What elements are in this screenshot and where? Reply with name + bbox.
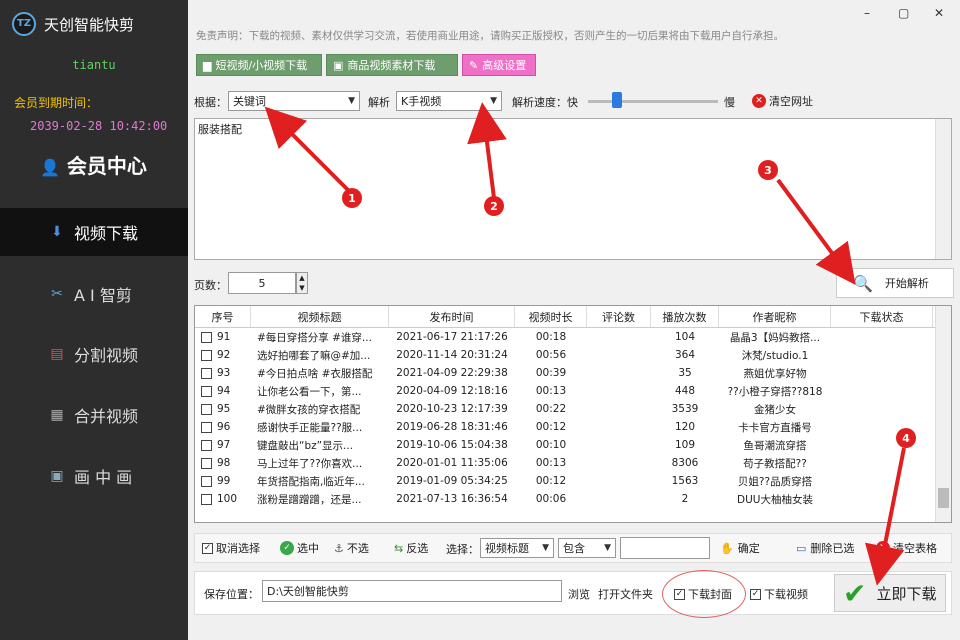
ai-cut-icon: ✂ <box>51 286 63 302</box>
callout-1: 1 <box>342 188 362 208</box>
main-panel: – ▢ ✕ 免责声明：下载的视频、素材仅供学习交流，若使用商业用途，请购买正版授… <box>188 0 960 640</box>
nav-ai-cut[interactable]: ✂ A I 智剪 <box>0 270 188 318</box>
merge-icon: ▦ <box>50 407 64 423</box>
app-title: 天创智能快剪 <box>44 16 135 34</box>
callout-3: 3 <box>758 160 778 180</box>
sidebar: TZ 天创智能快剪 tiantu 会员到期时间： 2039-02-28 10:4… <box>0 0 188 640</box>
callout-arrow-3 <box>776 178 856 285</box>
nav-merge-video[interactable]: ▦ 合并视频 <box>0 391 188 439</box>
callout-arrows <box>264 102 906 586</box>
pip-icon: ▣ <box>50 468 64 484</box>
member-center-label: 会员中心 <box>66 154 147 178</box>
member-center-button[interactable]: 👤 会员中心 <box>40 150 147 179</box>
nav-pip[interactable]: ▣ 画 中 画 <box>0 452 188 500</box>
nav-label: A I 智剪 <box>74 286 132 305</box>
nav-video-download[interactable]: ⬇ 视频下载 <box>0 208 188 256</box>
expire-label: 会员到期时间： <box>14 96 99 110</box>
down-arrow-icon: ⬇ <box>51 224 63 240</box>
nav-label: 画 中 画 <box>74 468 133 487</box>
app-logo-icon: TZ <box>12 12 36 36</box>
split-icon: ▤ <box>50 346 64 362</box>
expire-date: 2039-02-28 10:42:00 <box>30 119 168 133</box>
nav-split-video[interactable]: ▤ 分割视频 <box>0 330 188 378</box>
callout-2: 2 <box>484 196 504 216</box>
callout-arrow-2 <box>467 102 507 199</box>
callout-4: 4 <box>896 428 916 448</box>
member-icon: 👤 <box>40 158 60 177</box>
username: tiantu <box>72 58 116 72</box>
callout-arrow-4 <box>865 447 906 586</box>
nav-label: 合并视频 <box>74 407 139 426</box>
nav-label: 视频下载 <box>74 224 139 243</box>
nav-label: 分割视频 <box>74 346 139 365</box>
callout-arrow-1 <box>264 106 350 192</box>
